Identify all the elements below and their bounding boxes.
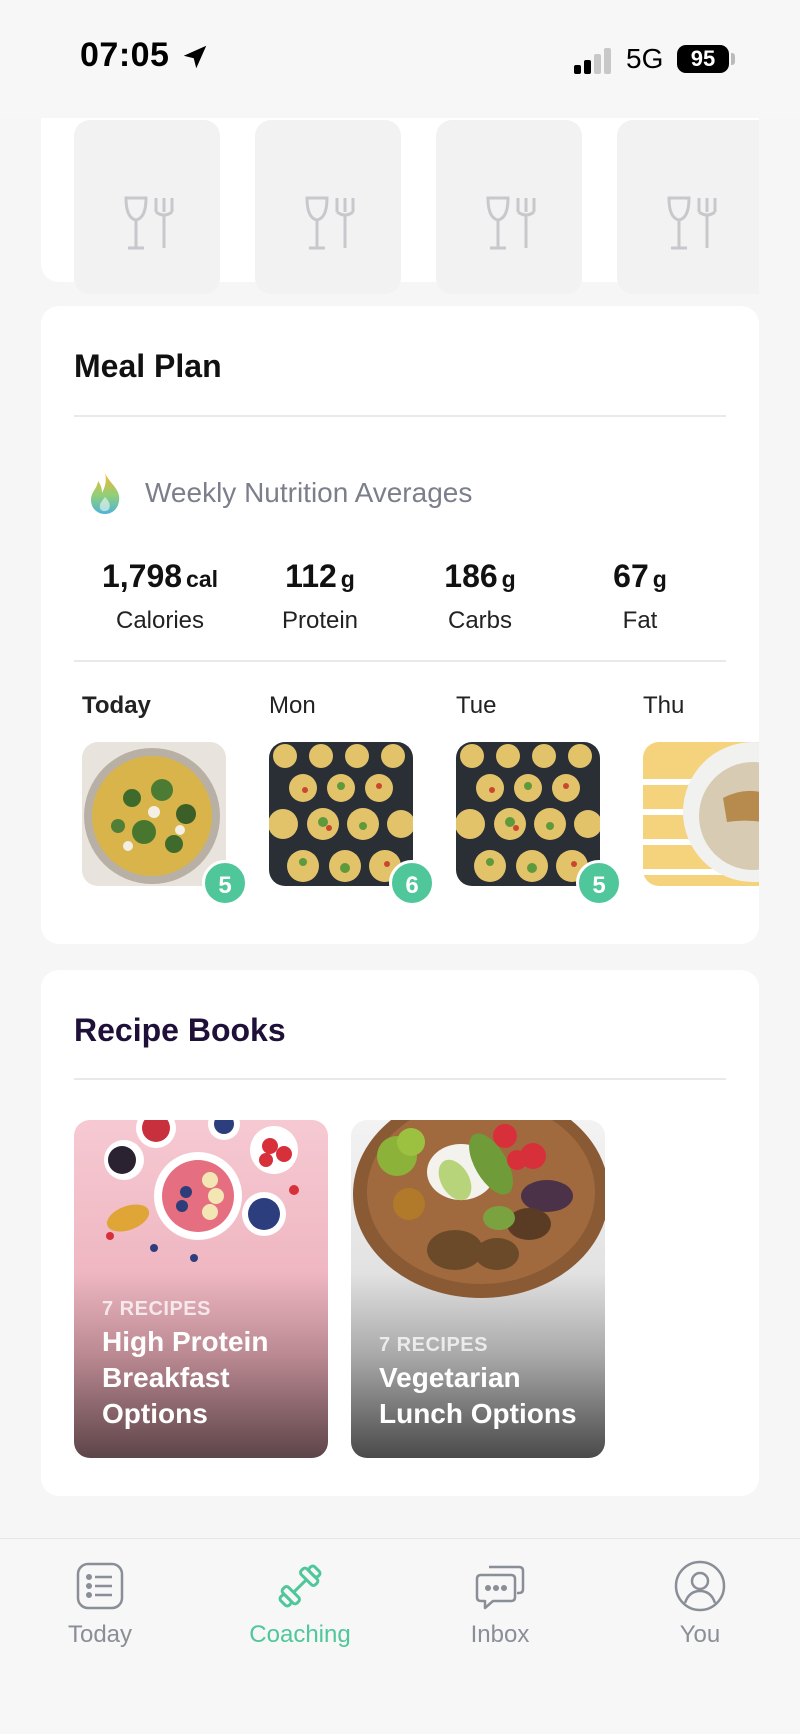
utensils-icon <box>124 196 174 250</box>
meal-slot[interactable] <box>436 120 582 294</box>
tab-today[interactable]: Today <box>20 1559 180 1649</box>
recipe-count: 7 RECIPES <box>102 1298 211 1320</box>
list-icon <box>76 1562 124 1610</box>
meal-image-oatmeal[interactable] <box>643 742 759 886</box>
recipe-book-title: High Protein Breakfast Options <box>102 1326 269 1429</box>
tab-label: Coaching <box>249 1621 351 1648</box>
meal-plan-content: Meal Plan Weekly Nutrition Averages 1,79… <box>41 306 759 944</box>
meal-plan-card[interactable]: Meal Plan Weekly Nutrition Averages 1,79… <box>41 306 759 944</box>
stat-unit: cal <box>186 566 219 592</box>
meal-slot[interactable] <box>255 120 401 294</box>
stat-calories: 1,798 cal Calories <box>80 558 240 635</box>
tab-inbox[interactable]: Inbox <box>420 1559 580 1649</box>
divider <box>74 415 726 417</box>
meal-plan-title: Meal Plan <box>74 348 222 384</box>
tab-coaching[interactable]: Coaching <box>220 1559 380 1649</box>
location-arrow-icon <box>183 45 207 69</box>
recipe-books-title: Recipe Books <box>74 1012 286 1048</box>
day-label: Today <box>82 692 151 719</box>
stat-unit: g <box>340 566 355 592</box>
status-time: 07:05 <box>80 36 170 74</box>
divider <box>74 660 726 662</box>
tab-label: Inbox <box>470 1621 530 1648</box>
utensils-icon <box>486 196 536 250</box>
stat-label: Fat <box>622 607 658 634</box>
recipe-book-vegetarian-lunch[interactable]: 7 RECIPES Vegetarian Lunch Options <box>351 1120 605 1458</box>
meal-image-egg-muffins[interactable] <box>269 742 413 886</box>
utensils-icon <box>305 196 355 250</box>
dumbbell-icon <box>278 1564 322 1608</box>
meal-count-badge: 5 <box>576 860 622 906</box>
weekly-nutrition-header: Weekly Nutrition Averages <box>87 468 472 518</box>
day-label: Tue <box>456 692 497 719</box>
signal-icon <box>574 48 611 74</box>
recipe-book-high-protein-breakfast[interactable]: 7 RECIPES High Protein Breakfast Options <box>74 1120 328 1458</box>
weekly-nutrition-label: Weekly Nutrition Averages <box>145 477 473 508</box>
user-icon <box>674 1560 726 1612</box>
stat-unit: g <box>501 566 516 592</box>
stat-label: Protein <box>281 607 359 634</box>
utensils-icon <box>667 196 717 250</box>
divider <box>74 1078 726 1080</box>
day-thu[interactable]: Thu <box>643 692 759 886</box>
meal-count-badge: 5 <box>202 860 248 906</box>
day-mon[interactable]: Mon 6 <box>269 692 435 906</box>
tab-you[interactable]: You <box>620 1559 780 1649</box>
tab-label: You <box>679 1621 721 1648</box>
chat-icon <box>475 1565 525 1610</box>
battery-tip <box>731 53 735 65</box>
day-today[interactable]: Today 5 <box>82 692 248 906</box>
stat-carbs: 186 g Carbs <box>400 558 560 635</box>
tab-bar: Today Coaching Inbox You <box>0 1538 800 1734</box>
battery-indicator: 95 <box>677 45 729 73</box>
tab-label: Today <box>67 1621 133 1648</box>
recipe-books-card: Recipe Books 7 RECIPES High Protein Brea… <box>41 970 759 1496</box>
stat-value: 112 <box>285 558 337 594</box>
stat-value: 67 <box>613 558 649 594</box>
meal-slot[interactable] <box>617 120 759 294</box>
status-bar: 07:05 5G 95 <box>0 0 800 118</box>
network-type: 5G <box>626 43 664 74</box>
stat-label: Calories <box>115 607 205 634</box>
meal-count-badge: 6 <box>389 860 435 906</box>
flame-icon <box>91 473 120 514</box>
stat-label: Carbs <box>447 607 513 634</box>
stat-value: 1,798 <box>101 558 183 594</box>
meal-image-egg-muffins[interactable] <box>456 742 600 886</box>
day-tue[interactable]: Tue 5 <box>456 692 622 906</box>
day-label: Thu <box>643 692 685 719</box>
meal-image-frittata[interactable] <box>82 742 226 886</box>
stat-unit: g <box>652 566 667 592</box>
stat-value: 186 <box>444 558 498 594</box>
recipe-count: 7 RECIPES <box>379 1334 488 1356</box>
stat-fat: 67 g Fat <box>560 558 720 635</box>
meal-slot[interactable] <box>74 120 220 294</box>
stat-protein: 112 g Protein <box>240 558 400 635</box>
recipe-book-title: Vegetarian Lunch Options <box>379 1362 577 1429</box>
day-label: Mon <box>269 692 316 719</box>
